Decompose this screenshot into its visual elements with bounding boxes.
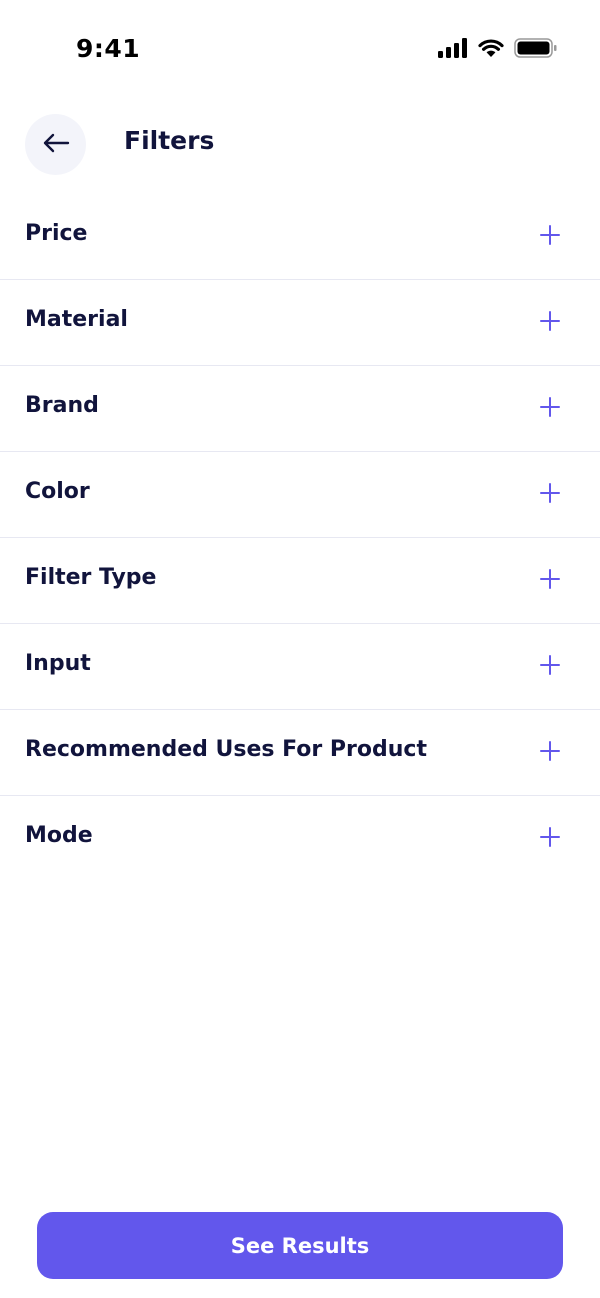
filter-row-brand[interactable]: Brand	[0, 366, 600, 452]
filter-row-recommended-uses[interactable]: Recommended Uses For Product	[0, 710, 600, 796]
filter-label: Brand	[25, 393, 99, 418]
plus-icon[interactable]	[540, 483, 560, 503]
status-bar: 9:41	[0, 0, 600, 100]
plus-icon[interactable]	[540, 827, 560, 847]
battery-icon	[514, 38, 558, 62]
cellular-signal-icon	[438, 38, 468, 62]
filter-row-price[interactable]: Price	[0, 194, 600, 280]
status-icons	[438, 38, 558, 62]
filter-row-mode[interactable]: Mode	[0, 796, 600, 881]
filter-row-color[interactable]: Color	[0, 452, 600, 538]
plus-icon[interactable]	[540, 741, 560, 761]
page-title: Filters	[124, 126, 215, 155]
see-results-button[interactable]: See Results	[37, 1212, 563, 1279]
status-time: 9:41	[76, 34, 141, 63]
filter-row-input[interactable]: Input	[0, 624, 600, 710]
filter-label: Mode	[25, 823, 93, 848]
filter-label: Recommended Uses For Product	[25, 737, 427, 762]
plus-icon[interactable]	[540, 311, 560, 331]
plus-icon[interactable]	[540, 397, 560, 417]
filter-label: Price	[25, 221, 88, 246]
header: Filters	[0, 112, 600, 176]
arrow-left-icon	[42, 132, 70, 158]
filter-row-filter-type[interactable]: Filter Type	[0, 538, 600, 624]
filter-row-material[interactable]: Material	[0, 280, 600, 366]
filter-label: Color	[25, 479, 90, 504]
filter-list: Price Material Brand Color Filter Type I…	[0, 194, 600, 881]
wifi-icon	[478, 38, 504, 62]
back-button[interactable]	[25, 114, 86, 175]
plus-icon[interactable]	[540, 655, 560, 675]
filter-label: Filter Type	[25, 565, 157, 590]
plus-icon[interactable]	[540, 569, 560, 589]
filter-label: Material	[25, 307, 128, 332]
plus-icon[interactable]	[540, 225, 560, 245]
filter-label: Input	[25, 651, 91, 676]
